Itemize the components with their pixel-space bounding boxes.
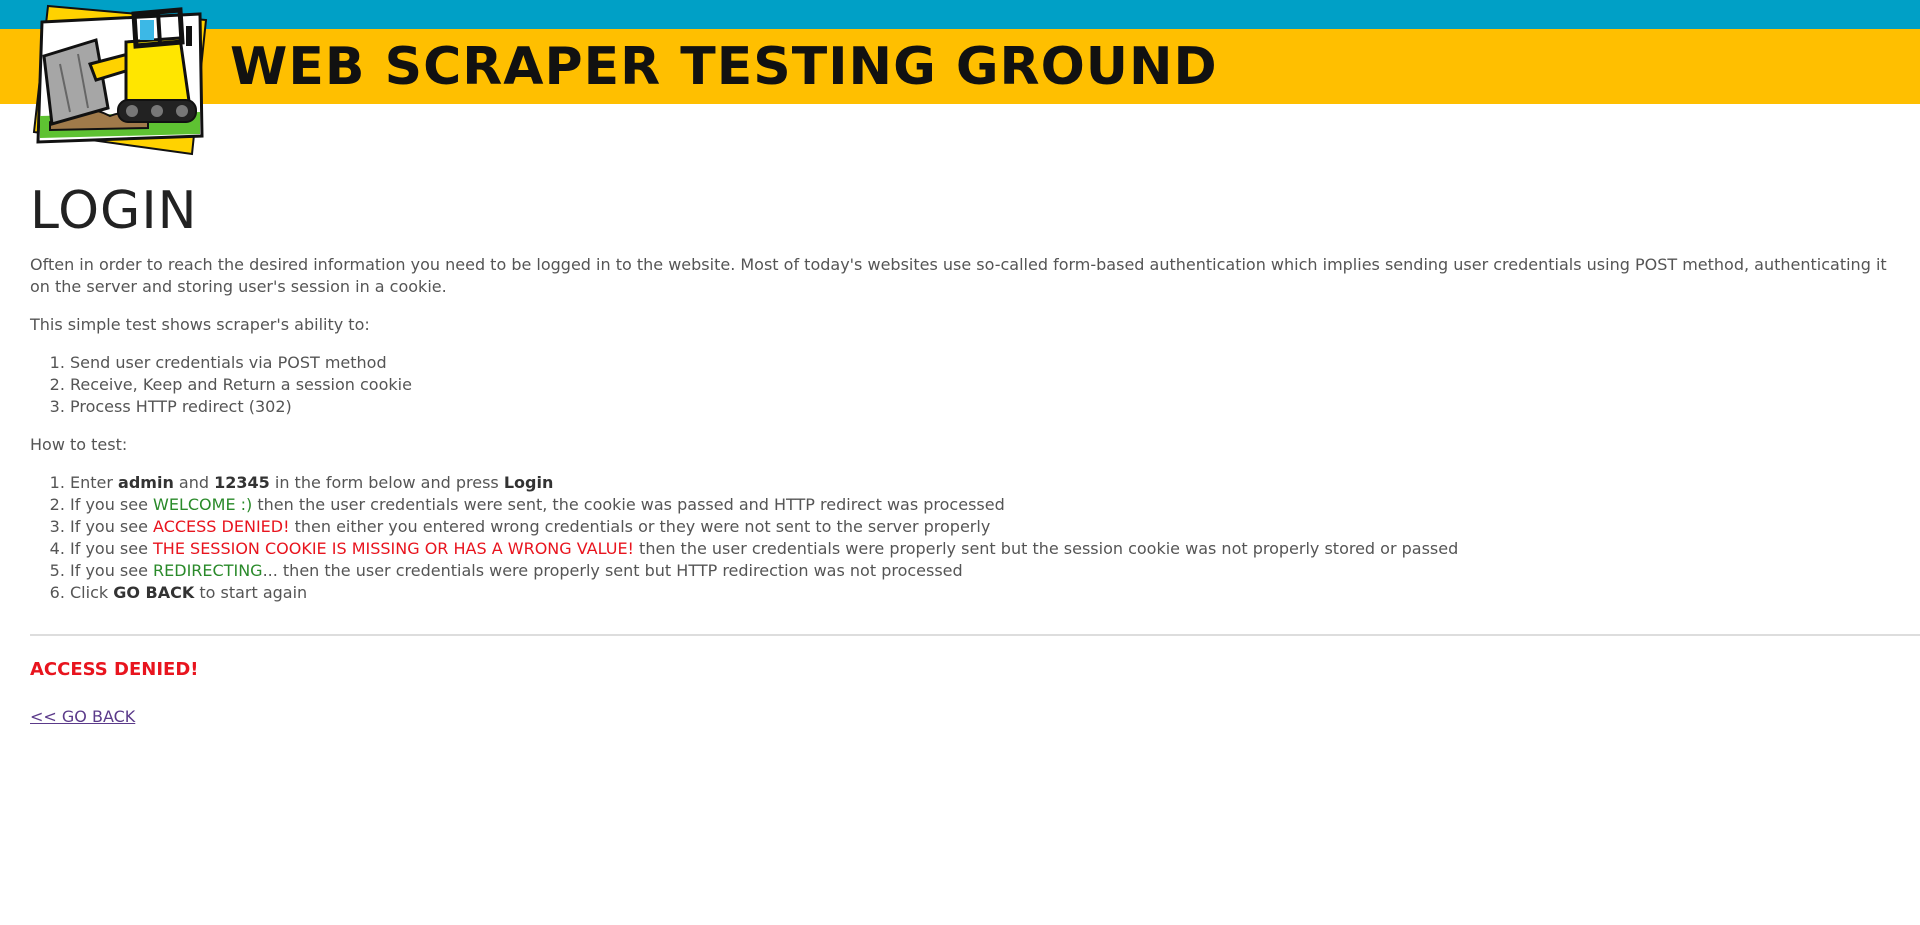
redirecting-highlight: REDIRECTING	[153, 561, 263, 580]
step-text: If you see	[70, 561, 154, 580]
step-text: then the user credentials were properly …	[633, 539, 1459, 558]
abilities-intro: This simple test shows scraper's ability…	[30, 315, 370, 334]
list-item: Send user credentials via POST method	[70, 352, 1890, 374]
bulldozer-icon	[32, 4, 208, 156]
cookie-missing-highlight: THE SESSION COOKIE IS MISSING OR HAS A W…	[153, 539, 634, 558]
step-text: If you see	[70, 539, 154, 558]
step-text: in the form below and press	[269, 473, 504, 492]
access-denied-highlight: ACCESS DENIED!	[153, 517, 290, 536]
welcome-highlight: WELCOME :)	[153, 495, 253, 514]
site-title: WEB SCRAPER TESTING GROUND	[230, 37, 1218, 97]
step-item: Click GO BACK to start again	[70, 582, 1890, 604]
how-to-intro: How to test:	[30, 435, 128, 454]
step-item: If you see ACCESS DENIED! then either yo…	[70, 516, 1890, 538]
step-text: then the user credentials were sent, the…	[252, 495, 1005, 514]
login-hint: Login	[503, 473, 554, 492]
step-item: If you see THE SESSION COOKIE IS MISSING…	[70, 538, 1890, 560]
main-content: LOGIN Often in order to reach the desire…	[30, 180, 1920, 728]
intro-paragraph: Often in order to reach the desired info…	[30, 255, 1887, 296]
step-item: If you see WELCOME :) then the user cred…	[70, 494, 1890, 516]
step-text: and	[173, 473, 215, 492]
step-item: Enter admin and 12345 in the form below …	[70, 472, 1890, 494]
step-text: to start again	[194, 583, 308, 602]
step-text: ... then the user credentials were prope…	[262, 561, 963, 580]
step-text: If you see	[70, 517, 154, 536]
result-message: ACCESS DENIED!	[30, 659, 199, 680]
list-item: Receive, Keep and Return a session cooki…	[70, 374, 1890, 396]
steps-list: Enter admin and 12345 in the form below …	[30, 472, 1890, 604]
site-header: WEB SCRAPER TESTING GROUND	[0, 0, 1920, 156]
page-title: LOGIN	[30, 181, 198, 241]
step-item: If you see REDIRECTING... then the user …	[70, 560, 1890, 582]
list-item: Process HTTP redirect (302)	[70, 396, 1890, 418]
step-text: then either you entered wrong credential…	[289, 517, 991, 536]
step-text: If you see	[70, 495, 154, 514]
header-top-band	[0, 0, 1920, 29]
step-text: Enter	[70, 473, 119, 492]
divider	[30, 634, 1920, 636]
go-back-link[interactable]: << GO BACK	[30, 707, 135, 726]
username-hint: admin	[118, 473, 174, 492]
go-back-hint: GO BACK	[113, 583, 195, 602]
step-text: Click	[70, 583, 114, 602]
password-hint: 12345	[214, 473, 270, 492]
abilities-list: Send user credentials via POST method Re…	[30, 352, 1890, 418]
